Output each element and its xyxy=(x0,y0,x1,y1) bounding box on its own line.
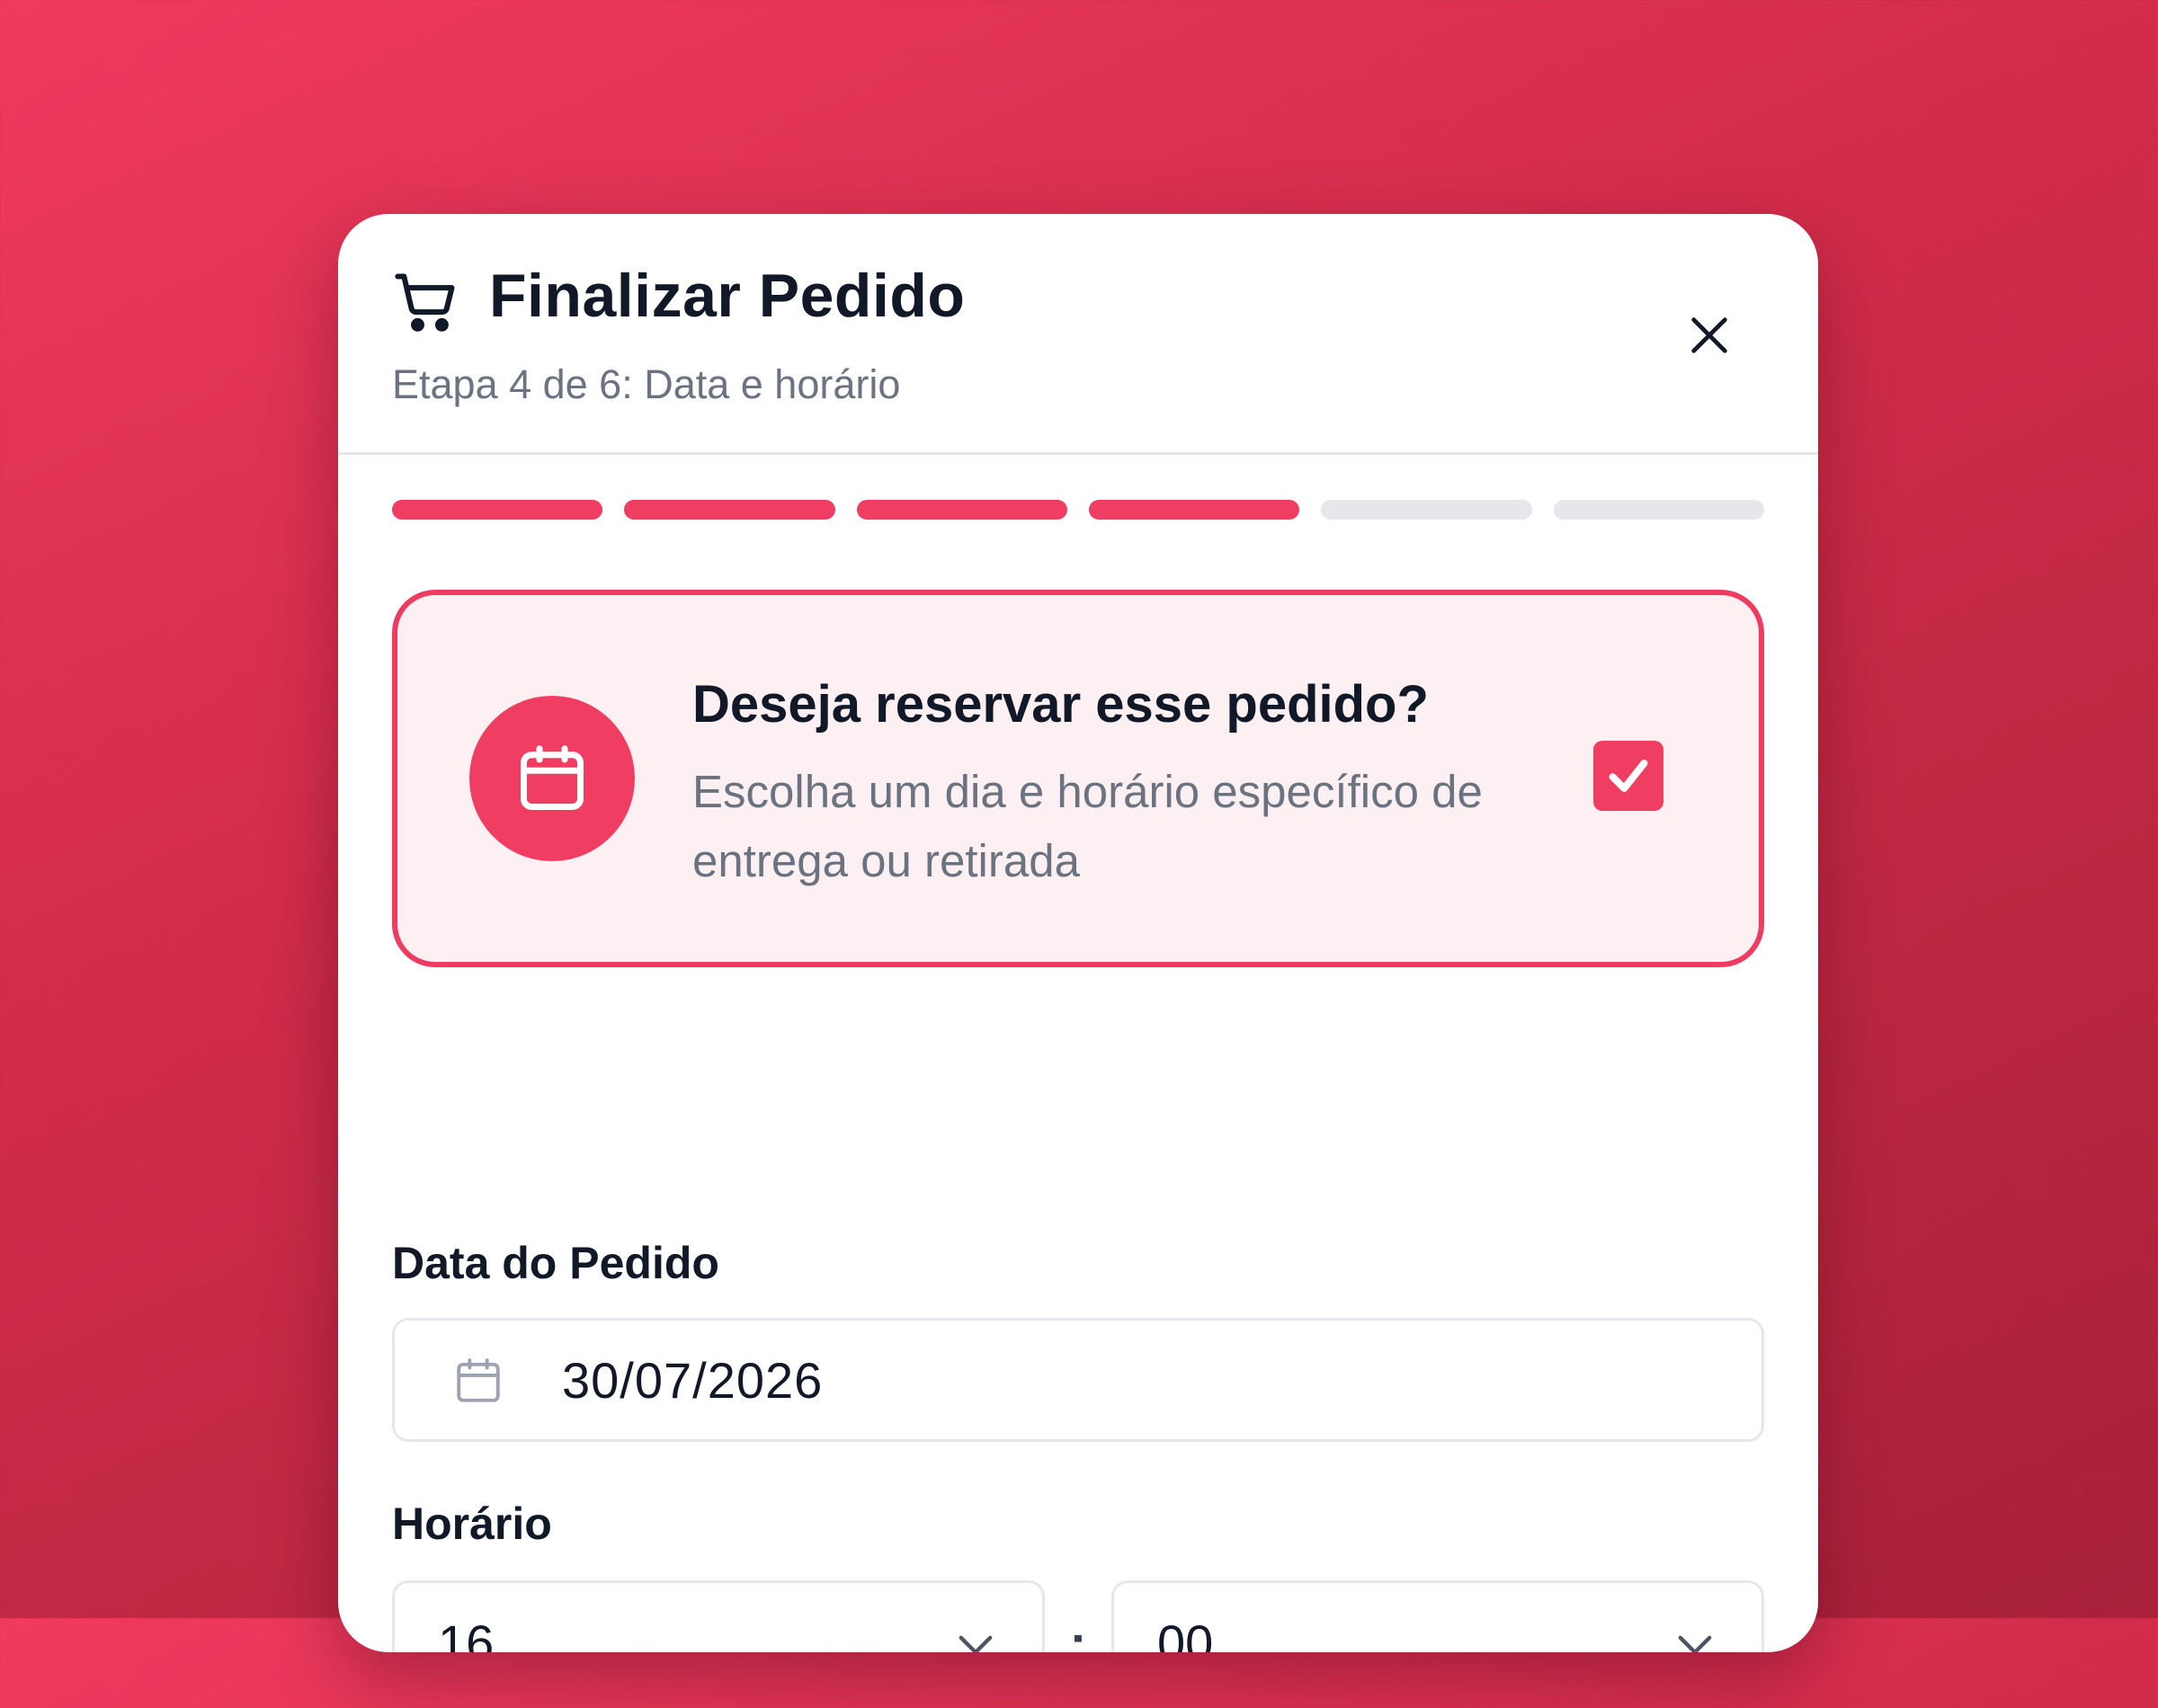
hour-value: 16 xyxy=(438,1615,495,1652)
modal-header: Finalizar Pedido Etapa 4 de 6: Data e ho… xyxy=(338,214,1818,455)
cart-icon xyxy=(395,273,455,332)
chevron-down-icon xyxy=(959,1635,993,1652)
step-progress-bar xyxy=(392,500,1764,520)
progress-step-5 xyxy=(1321,500,1532,520)
checkout-modal: Finalizar Pedido Etapa 4 de 6: Data e ho… xyxy=(338,214,1818,1652)
checkmark-icon xyxy=(1609,760,1648,792)
time-field-label: Horário xyxy=(392,1499,552,1549)
order-date-input[interactable]: 30/07/2026 xyxy=(392,1318,1764,1442)
minute-select[interactable]: 00 xyxy=(1111,1580,1764,1652)
close-button[interactable] xyxy=(1669,295,1750,376)
hour-select[interactable]: 16 xyxy=(392,1580,1045,1652)
chevron-down-icon xyxy=(1678,1635,1712,1652)
progress-step-1 xyxy=(392,500,603,520)
progress-step-6 xyxy=(1553,500,1764,520)
minute-value: 00 xyxy=(1157,1615,1214,1652)
calendar-icon xyxy=(521,745,584,810)
reserve-checkbox[interactable] xyxy=(1593,741,1663,811)
progress-step-3 xyxy=(856,500,1067,520)
calendar-icon xyxy=(457,1358,500,1402)
modal-title: Finalizar Pedido xyxy=(489,262,966,330)
progress-step-2 xyxy=(624,500,835,520)
reserve-description: Escolha um dia e horário específico de e… xyxy=(692,766,1483,886)
time-separator: : xyxy=(1069,1614,1087,1653)
date-field-label: Data do Pedido xyxy=(392,1238,719,1288)
reserve-option-card[interactable]: Deseja reservar esse pedido? Escolha um … xyxy=(392,590,1764,967)
reserve-title: Deseja reservar esse pedido? xyxy=(692,675,1429,734)
close-icon xyxy=(1691,317,1727,353)
order-date-value: 30/07/2026 xyxy=(562,1352,824,1409)
step-subtitle: Etapa 4 de 6: Data e horário xyxy=(392,361,901,407)
progress-step-4 xyxy=(1088,500,1300,520)
reserve-calendar-badge xyxy=(469,696,635,861)
